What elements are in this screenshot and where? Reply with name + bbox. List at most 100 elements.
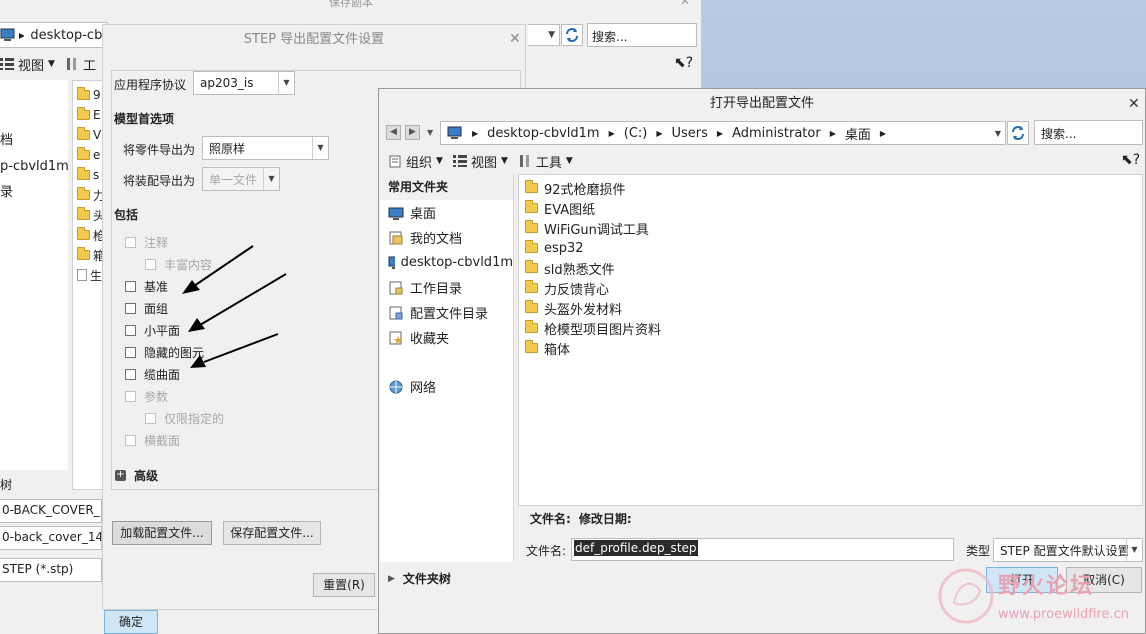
tools-menu[interactable]: 工具 ▼ <box>518 152 573 171</box>
watermark-url: www.proewildfire.cn <box>998 607 1129 622</box>
chevron-down-icon: ▼ <box>278 72 294 94</box>
view-menu[interactable]: 视图 ▼ <box>452 152 508 171</box>
advanced-expander[interactable]: + 高级 <box>115 467 158 484</box>
save-tools-menu[interactable]: 工 <box>83 55 96 74</box>
model-options-heading: 模型首选项 <box>114 112 175 126</box>
save-ok-button[interactable]: 确定 <box>104 610 158 634</box>
designated-only-checkbox: 仅限指定的 <box>145 407 224 429</box>
step-dialog-close-icon[interactable]: ✕ <box>509 31 521 47</box>
folder-icon <box>77 187 90 200</box>
filename-input[interactable]: def_profile.dep_step <box>571 538 954 561</box>
help-cursor-icon[interactable]: ⬉? <box>1121 152 1140 168</box>
list-item[interactable]: 枪模型项目图片资料 <box>519 318 1142 338</box>
breadcrumb-item[interactable]: desktop-cbvld1m <box>487 126 599 141</box>
save-address-bar[interactable]: ▶ desktop-cbvl <box>0 22 108 48</box>
arrow-right-icon: ▶ <box>409 127 416 137</box>
chevron-down-icon: ▼ <box>436 156 443 166</box>
list-item[interactable]: 头盔外发材料 <box>519 298 1142 318</box>
organize-menu[interactable]: 组织 ▼ <box>388 152 443 171</box>
chevron-right-icon: ▶ <box>18 30 25 40</box>
breadcrumb-item[interactable]: Users <box>672 126 708 141</box>
favorite-item-documents[interactable]: 我的文档 <box>388 225 513 250</box>
network-icon <box>389 380 403 393</box>
reset-button[interactable]: 重置(R) <box>313 573 375 597</box>
protocol-label: 应用程序协议 <box>114 78 187 92</box>
open-toolbar: 组织 ▼ 视图 ▼ 工具 ▼ <box>388 152 573 171</box>
list-item[interactable]: EVA图纸 <box>519 198 1142 218</box>
save-search-input[interactable]: 搜索... <box>587 23 697 47</box>
save-left-item[interactable]: 录 <box>0 180 70 206</box>
list-item[interactable]: 92式枪磨损件 <box>519 178 1142 198</box>
folder-icon <box>525 320 538 333</box>
folder-tree-toggle[interactable]: ▶ 文件夹树 <box>388 570 451 587</box>
favorite-item-desktop[interactable]: 桌面 <box>388 200 513 225</box>
favorite-item-network[interactable]: 网络 <box>388 374 513 399</box>
step-dialog-title: STEP 导出配置文件设置 <box>243 32 385 47</box>
folder-icon <box>525 260 538 273</box>
breadcrumb-item[interactable]: (C:) <box>624 126 648 141</box>
chevron-right-icon: ▶ <box>879 128 887 138</box>
load-profile-button[interactable]: 加载配置文件... <box>112 521 212 545</box>
chevron-right-icon: ▶ <box>656 128 663 138</box>
favorite-item-working-dir[interactable]: 工作目录 <box>388 275 513 300</box>
save-address-dropdown-icon[interactable]: ▼ <box>528 24 560 46</box>
chevron-down-icon: ▼ <box>48 59 55 69</box>
list-item[interactable]: sld熟悉文件 <box>519 258 1142 278</box>
open-dialog-close-icon[interactable]: ✕ <box>1128 96 1140 112</box>
list-item[interactable]: 箱体 <box>519 338 1142 358</box>
open-address-bar[interactable]: ▶ desktop-cbvld1m ▶ (C:) ▶ Users ▶ Admin… <box>440 121 1006 145</box>
list-item[interactable]: esp32 <box>519 238 1142 258</box>
computer-icon <box>0 28 15 41</box>
save-refresh-button[interactable] <box>561 24 583 46</box>
back-button[interactable]: ◀ <box>386 125 401 140</box>
arrow-left-icon: ◀ <box>390 127 397 137</box>
computer-icon <box>447 126 462 139</box>
cross-section-checkbox: 横截面 <box>125 429 180 451</box>
help-cursor-icon[interactable]: ⬉? <box>674 55 693 71</box>
chevron-right-icon: ▶ <box>388 573 395 584</box>
protocol-select[interactable]: ap203_is ▼ <box>193 71 295 95</box>
include-heading: 包括 <box>114 208 139 222</box>
save-view-menu[interactable]: 视图 <box>18 55 44 74</box>
save-address-text: desktop-cbvl <box>30 27 107 43</box>
favorite-item-computer[interactable]: desktop-cbvld1m <box>388 250 513 275</box>
part-export-select[interactable]: 照原样 ▼ <box>202 136 329 160</box>
chevron-down-icon: ▼ <box>565 156 573 166</box>
save-dialog-close-icon[interactable]: ✕ <box>680 0 690 8</box>
save-left-item[interactable]: p-cbvld1m <box>0 154 70 180</box>
save-type-field[interactable]: STEP (*.stp) <box>0 558 102 582</box>
save-new-name-field[interactable]: 0-back_cover_14 <box>0 526 102 550</box>
chevron-down-icon: ▼ <box>1126 539 1142 561</box>
open-search-input[interactable]: 搜索... <box>1034 120 1143 145</box>
favorites-heading: 常用文件夹 <box>380 174 513 200</box>
save-profile-button[interactable]: 保存配置文件... <box>223 521 321 545</box>
type-label: 类型 <box>966 544 991 558</box>
folder-icon <box>77 167 90 180</box>
type-select[interactable]: STEP 配置文件默认设置 ▼ <box>993 538 1143 562</box>
parameters-checkbox: 参数 <box>125 385 168 407</box>
annotation-arrows <box>182 245 287 368</box>
file-info-bar: 文件名: 修改日期: <box>518 507 1143 529</box>
breadcrumb-item[interactable]: Administrator <box>732 126 821 141</box>
open-refresh-button[interactable] <box>1007 121 1029 145</box>
folder-icon <box>77 247 90 260</box>
address-dropdown-icon[interactable]: ▼ <box>995 129 1001 138</box>
computer-icon <box>388 256 395 269</box>
list-item[interactable]: 力反馈背心 <box>519 278 1142 298</box>
favorites-icon <box>389 331 402 344</box>
folder-icon <box>77 147 90 160</box>
favorite-item-favorites[interactable]: 收藏夹 <box>388 325 513 350</box>
favorites-pane: 常用文件夹 桌面 我的文档 desktop-cbvld1m 工作目录 配置文件目… <box>380 174 514 562</box>
history-dropdown-icon[interactable]: ▼ <box>427 128 433 137</box>
list-item[interactable]: WiFiGun调试工具 <box>519 218 1142 238</box>
chevron-right-icon: ▶ <box>716 128 724 138</box>
save-model-name-field[interactable]: 0-BACK_COVER_14 <box>0 499 102 523</box>
forward-button[interactable]: ▶ <box>405 125 420 140</box>
save-dialog-title: 保存副本 <box>329 0 373 9</box>
filename-label: 文件名: <box>526 544 567 558</box>
folder-icon <box>525 220 538 233</box>
breadcrumb-item[interactable]: 桌面 <box>845 124 871 143</box>
save-left-item[interactable]: 档 <box>0 128 70 154</box>
favorite-item-config-dir[interactable]: 配置文件目录 <box>388 300 513 325</box>
watermark-text: 野火论坛 <box>998 574 1095 599</box>
